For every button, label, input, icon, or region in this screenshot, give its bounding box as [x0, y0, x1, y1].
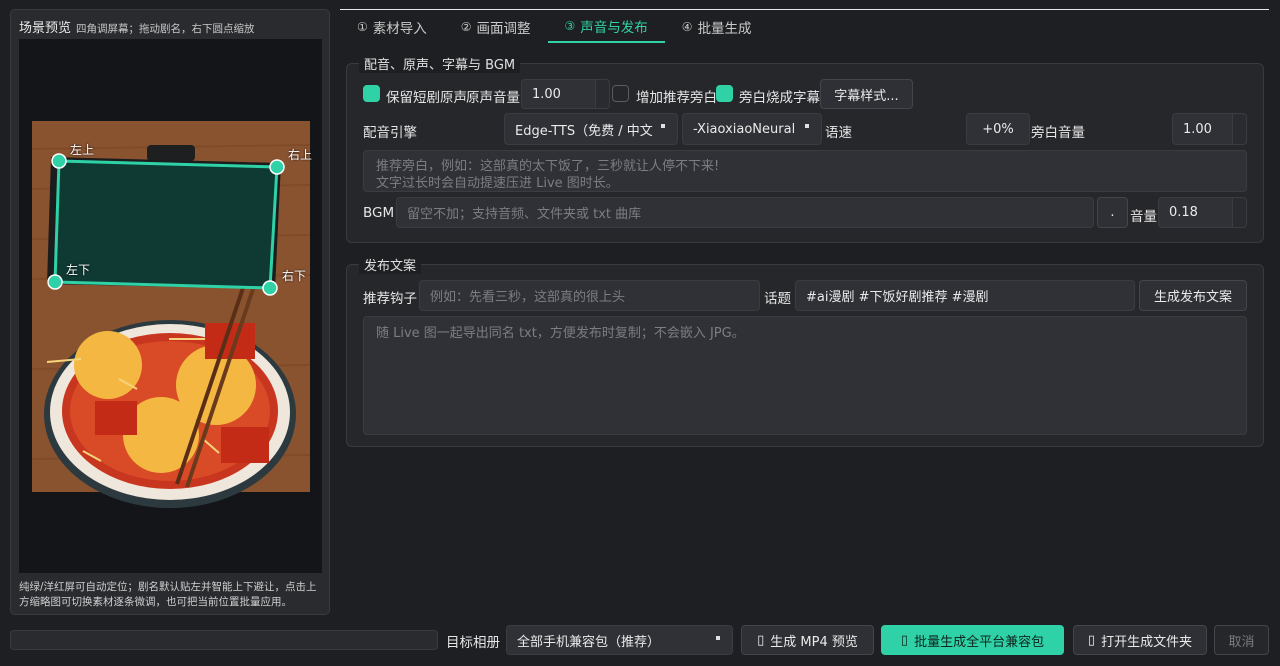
preview-canvas[interactable]: 左上 右上 左下 右下: [19, 39, 322, 573]
tab-audio-publish-label: 声音与发布: [580, 19, 648, 36]
engine-dropdown[interactable]: Edge-TTS（免费 / 中文: [504, 113, 678, 145]
keep-original-checkbox[interactable]: [363, 85, 380, 102]
topic-value: #ai漫剧 #下饭好剧推荐 #漫剧: [806, 290, 989, 305]
hook-label: 推荐钩子: [363, 291, 417, 307]
bgm-volume-value: 0.18: [1169, 205, 1198, 220]
speed-value: +0%: [982, 121, 1014, 137]
tab-import-label: 素材导入: [372, 20, 427, 37]
dropdown-arrow-icon: [805, 124, 809, 128]
narration-placeholder-line2: 文字过长时会自动提速压进 Live 图时长。: [376, 176, 619, 191]
narration-volume-label: 旁白音量: [1031, 125, 1085, 141]
tab-import[interactable]: ① 素材导入: [340, 10, 444, 43]
speed-field[interactable]: +0%: [966, 113, 1030, 145]
voice-value: -XiaoxiaoNeural: [693, 121, 796, 137]
keep-original-label: 保留短剧原声: [386, 90, 467, 106]
bgm-volume-spinbox[interactable]: 0.18: [1158, 197, 1247, 228]
video-icon: ▯: [757, 632, 765, 648]
preview-hint: 四角调屏幕；拖动剧名，右下圆点缩放: [76, 23, 255, 35]
copy-placeholder: 随 Live 图一起导出同名 txt，方便发布时复制；不会嵌入 JPG。: [376, 326, 745, 341]
original-volume-value: 1.00: [532, 86, 561, 102]
tab-import-number: ①: [357, 19, 368, 34]
cancel-button[interactable]: 取消: [1214, 625, 1269, 655]
burn-subtitle-checkbox[interactable]: [716, 85, 733, 102]
album-value: 全部手机兼容包（推荐）: [517, 634, 661, 650]
mp4-preview-label: 生成 MP4 预览: [770, 634, 858, 650]
original-volume-spinbox[interactable]: 1.00: [521, 79, 610, 109]
spin-arrows-icon[interactable]: [1232, 198, 1246, 227]
tab-batch-label: 批量生成: [697, 20, 752, 37]
topic-label: 话题: [764, 291, 791, 307]
speed-label: 语速: [825, 125, 852, 141]
narration-volume-value: 1.00: [1183, 121, 1212, 137]
progress-bar: [10, 630, 438, 650]
preview-header: 场景预览 四角调屏幕；拖动剧名，右下圆点缩放: [19, 17, 255, 36]
bgm-input[interactable]: 留空不加；支持音频、文件夹或 txt 曲库: [396, 197, 1094, 228]
add-narration-checkbox[interactable]: [612, 85, 629, 102]
package-icon: ▯: [900, 632, 909, 648]
preview-footer-hint: 纯绿/洋红屏可自动定位；剧名默认贴左并智能上下避让，点击上方缩略图可切换素材逐条…: [19, 581, 317, 608]
hook-placeholder: 例如：先看三秒，这部真的很上头: [430, 290, 626, 305]
batch-generate-label: 批量生成全平台兼容包: [914, 634, 1045, 650]
bgm-placeholder: 留空不加；支持音频、文件夹或 txt 曲库: [407, 207, 642, 222]
corner-label-top-right: 右上: [288, 148, 313, 162]
publish-group-title: 发布文案: [359, 255, 422, 274]
open-folder-button[interactable]: ▯ 打开生成文件夹: [1073, 625, 1207, 655]
preview-title: 场景预览: [19, 21, 72, 36]
corner-label-bottom-left: 左下: [66, 263, 91, 277]
tab-audio-publish[interactable]: ③ 声音与发布: [547, 10, 665, 43]
tab-adjust[interactable]: ② 画面调整: [444, 10, 548, 43]
tab-batch-number: ④: [681, 19, 693, 34]
spin-arrows-icon[interactable]: [595, 80, 609, 108]
tab-audio-publish-number: ③: [564, 18, 576, 33]
album-label: 目标相册: [446, 635, 500, 651]
copy-textarea[interactable]: 随 Live 图一起导出同名 txt，方便发布时复制；不会嵌入 JPG。: [363, 316, 1247, 435]
step-tabs: ① 素材导入 ② 画面调整 ③ 声音与发布 ④ 批量生成: [340, 9, 1269, 43]
narration-textarea[interactable]: 推荐旁白，例如：这部真的太下饭了，三秒就让人停不下来! 文字过长时会自动提速压进…: [363, 150, 1247, 192]
narration-placeholder-line1: 推荐旁白，例如：这部真的太下饭了，三秒就让人停不下来!: [376, 159, 720, 174]
dropdown-arrow-icon: [716, 636, 720, 640]
audio-group-title: 配音、原声、字幕与 BGM: [359, 54, 521, 73]
album-dropdown[interactable]: 全部手机兼容包（推荐）: [506, 625, 733, 655]
bgm-volume-label: 音量: [1130, 209, 1157, 225]
tab-adjust-label: 画面调整: [476, 20, 531, 37]
folder-icon: ▯: [1087, 632, 1096, 648]
original-volume-label: 原声音量: [466, 90, 520, 106]
bgm-label: BGM: [363, 205, 395, 221]
mp4-preview-button[interactable]: ▯ 生成 MP4 预览: [741, 625, 874, 655]
corner-label-bottom-right: 右下: [282, 269, 307, 283]
engine-value: Edge-TTS（免费 / 中文: [515, 123, 653, 139]
batch-generate-button[interactable]: ▯ 批量生成全平台兼容包: [881, 625, 1064, 655]
tab-batch[interactable]: ④ 批量生成: [665, 10, 769, 43]
burn-subtitle-label: 旁白烧成字幕: [739, 90, 820, 106]
dropdown-arrow-icon: [661, 124, 665, 128]
add-narration-label: 增加推荐旁白: [636, 90, 717, 106]
subtitle-style-button[interactable]: 字幕样式...: [820, 79, 913, 109]
bgm-browse-button[interactable]: .: [1097, 197, 1128, 228]
spin-arrows-icon[interactable]: [1232, 114, 1246, 144]
tab-adjust-number: ②: [460, 19, 472, 34]
scene-illustration: [31, 121, 311, 508]
narration-volume-spinbox[interactable]: 1.00: [1172, 113, 1247, 145]
hook-input[interactable]: 例如：先看三秒，这部真的很上头: [419, 280, 760, 311]
open-folder-label: 打开生成文件夹: [1101, 634, 1193, 650]
generate-copy-button[interactable]: 生成发布文案: [1139, 280, 1247, 311]
voice-dropdown[interactable]: -XiaoxiaoNeural: [682, 113, 822, 145]
corner-label-top-left: 左上: [70, 143, 95, 157]
scene-preview-panel: 场景预览 四角调屏幕；拖动剧名，右下圆点缩放 左上 右上 左下 右下 纯绿/洋红…: [10, 9, 330, 615]
engine-label: 配音引擎: [363, 125, 417, 141]
topic-input[interactable]: #ai漫剧 #下饭好剧推荐 #漫剧: [795, 280, 1135, 311]
